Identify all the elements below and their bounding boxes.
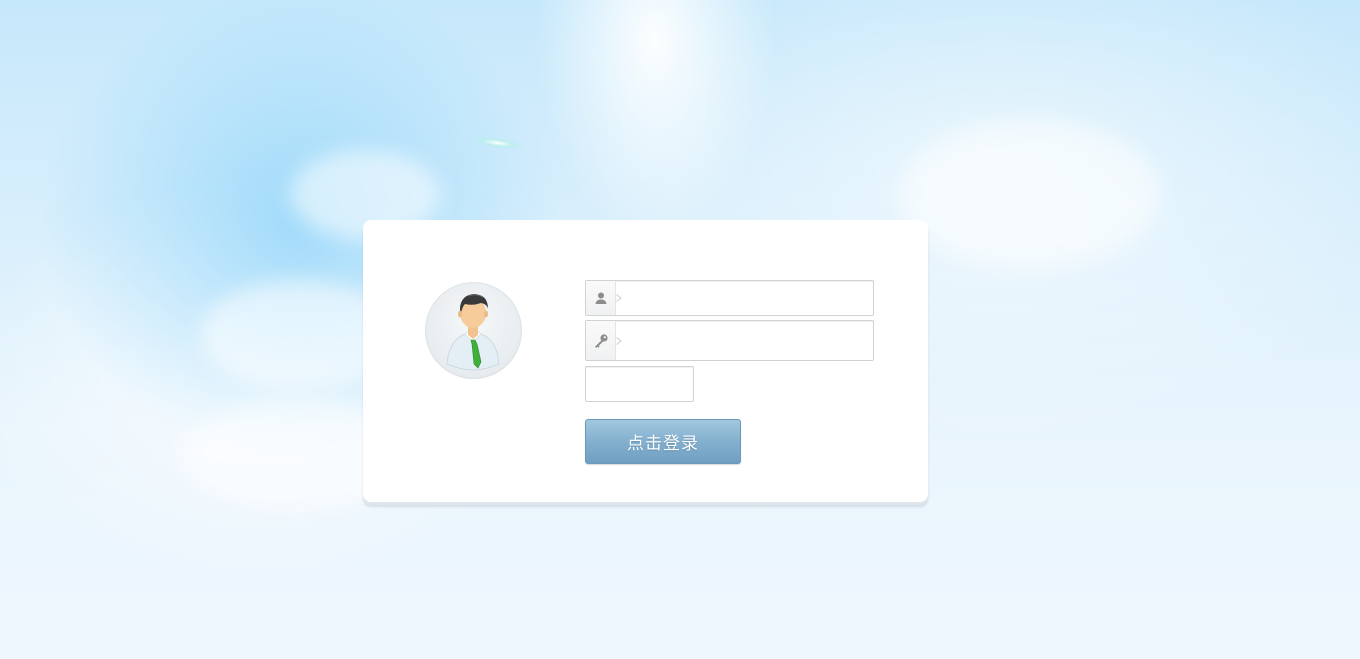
login-button[interactable]: 点击登录 [585, 419, 741, 464]
password-input[interactable] [624, 321, 869, 360]
field-arrow-icon [616, 294, 622, 302]
login-panel: 点击登录 [363, 220, 928, 502]
light-sparkle [469, 134, 526, 152]
username-field[interactable] [585, 280, 874, 316]
password-field[interactable] [585, 320, 874, 361]
field-arrow-icon [616, 336, 622, 345]
user-icon [586, 281, 616, 315]
cloud-decoration [900, 120, 1160, 270]
captcha-field[interactable] [585, 366, 694, 402]
captcha-input[interactable] [592, 367, 689, 401]
key-icon [586, 321, 616, 360]
username-input[interactable] [624, 281, 869, 315]
user-avatar-icon [425, 282, 522, 379]
